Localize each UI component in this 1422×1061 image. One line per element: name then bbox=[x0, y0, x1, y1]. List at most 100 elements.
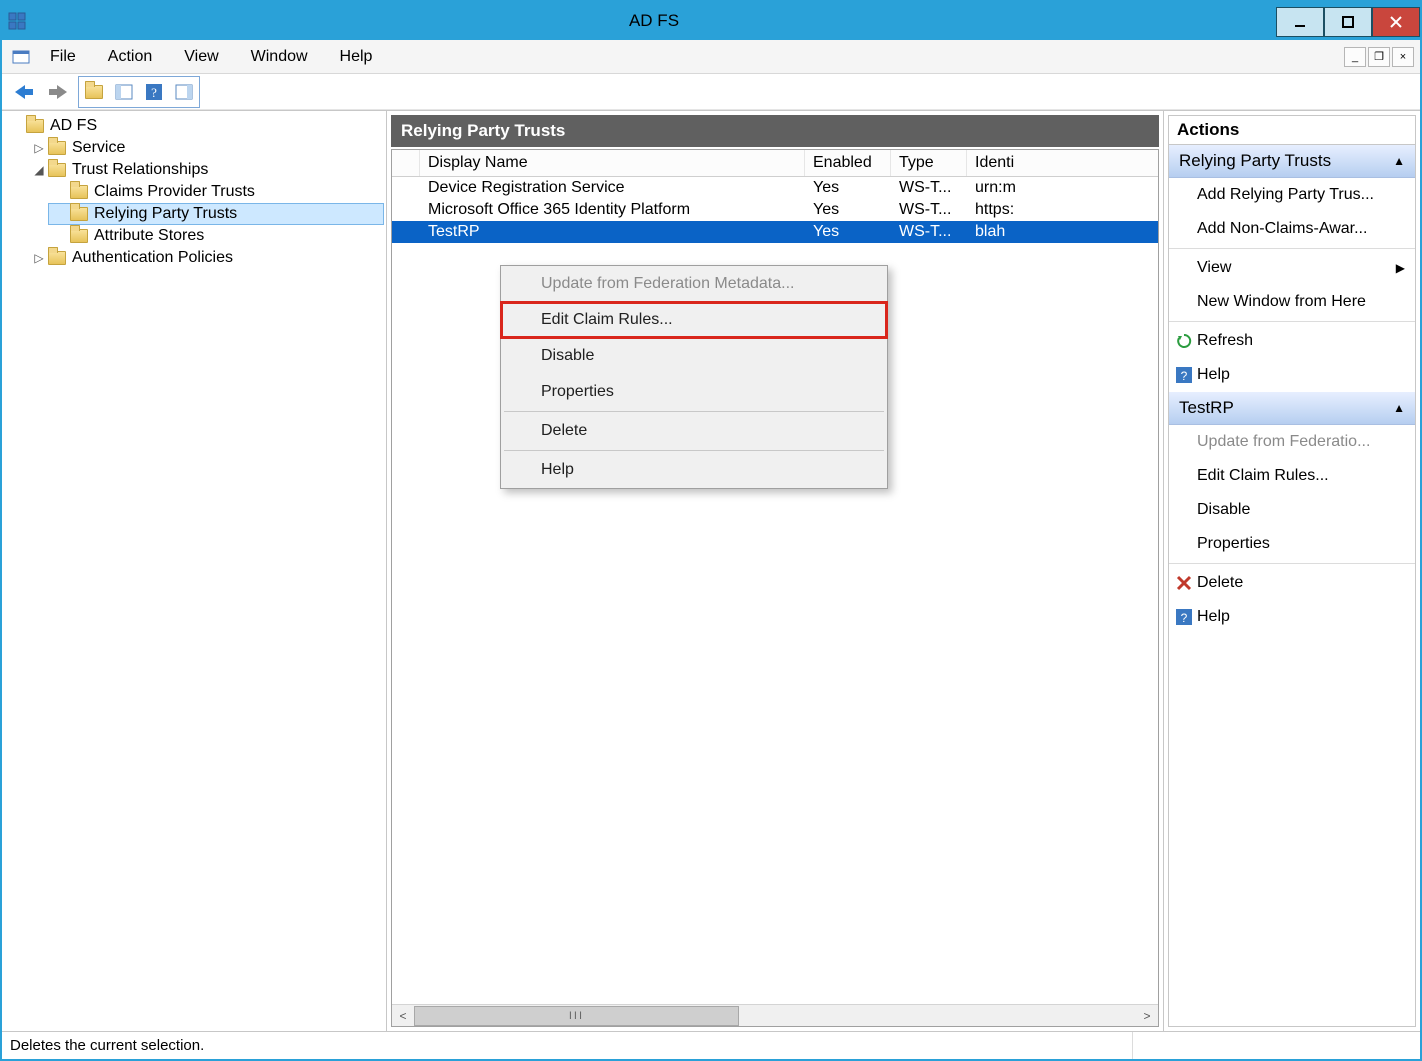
menu-view[interactable]: View bbox=[168, 48, 234, 66]
folder-icon bbox=[70, 185, 88, 199]
action-label: Add Non-Claims-Awar... bbox=[1197, 220, 1367, 238]
cell-identifier: https: bbox=[967, 199, 1158, 221]
scroll-thumb[interactable]: III bbox=[414, 1006, 739, 1026]
scroll-right-button[interactable]: > bbox=[1136, 1006, 1158, 1026]
scroll-track[interactable]: III bbox=[414, 1006, 1136, 1026]
up-one-level-button[interactable] bbox=[80, 78, 108, 106]
list-view[interactable]: Display Name Enabled Type Identi Device … bbox=[391, 149, 1159, 1027]
collapse-icon[interactable]: ▲ bbox=[1393, 401, 1405, 415]
svg-text:?: ? bbox=[1181, 369, 1188, 383]
column-type[interactable]: Type bbox=[891, 150, 967, 176]
tree-label: Claims Provider Trusts bbox=[94, 183, 255, 201]
action-add-non-claims-aware[interactable]: Add Non-Claims-Awar... bbox=[1169, 212, 1415, 246]
cell-identifier: blah bbox=[967, 221, 1158, 243]
list-row[interactable]: Device Registration Service Yes WS-T... … bbox=[392, 177, 1158, 199]
help-toolbar-button[interactable]: ? bbox=[140, 78, 168, 106]
menu-action[interactable]: Action bbox=[92, 48, 168, 66]
tree-node-claims-provider-trusts[interactable]: · Claims Provider Trusts bbox=[48, 181, 384, 203]
ctx-delete[interactable]: Delete bbox=[501, 413, 887, 449]
list-column-headers: Display Name Enabled Type Identi bbox=[392, 150, 1158, 177]
action-label: Refresh bbox=[1197, 332, 1253, 350]
tree-node-relying-party-trusts[interactable]: · Relying Party Trusts bbox=[48, 203, 384, 225]
actions-section-testrp[interactable]: TestRP ▲ bbox=[1169, 392, 1415, 425]
folder-icon bbox=[70, 229, 88, 243]
action-disable[interactable]: Disable bbox=[1169, 493, 1415, 527]
column-enabled[interactable]: Enabled bbox=[805, 150, 891, 176]
section-label: Relying Party Trusts bbox=[1179, 151, 1331, 171]
cell-type: WS-T... bbox=[891, 199, 967, 221]
action-delete[interactable]: Delete bbox=[1169, 566, 1415, 600]
mdi-restore-button[interactable]: ❐ bbox=[1368, 47, 1390, 67]
ctx-help[interactable]: Help bbox=[501, 452, 887, 488]
collapse-icon[interactable]: ◢ bbox=[30, 163, 48, 177]
ctx-separator bbox=[504, 411, 884, 412]
action-label: New Window from Here bbox=[1197, 293, 1366, 311]
column-identifier[interactable]: Identi bbox=[967, 150, 1158, 176]
action-label: Properties bbox=[1197, 535, 1270, 553]
tree-label: Relying Party Trusts bbox=[94, 205, 237, 223]
actions-pane: Actions Relying Party Trusts ▲ Add Relyi… bbox=[1164, 111, 1420, 1031]
maximize-button[interactable] bbox=[1324, 7, 1372, 37]
ctx-properties[interactable]: Properties bbox=[501, 374, 887, 410]
actions-separator bbox=[1169, 321, 1415, 322]
actions-body: Relying Party Trusts ▲ Add Relying Party… bbox=[1168, 144, 1416, 1027]
back-button[interactable] bbox=[10, 78, 38, 106]
actions-section-relying-party-trusts[interactable]: Relying Party Trusts ▲ bbox=[1169, 145, 1415, 178]
delete-icon bbox=[1175, 575, 1193, 591]
context-menu: Update from Federation Metadata... Edit … bbox=[500, 265, 888, 489]
status-text: Deletes the current selection. bbox=[10, 1037, 204, 1054]
cell-display-name: TestRP bbox=[420, 221, 805, 243]
mdi-close-button[interactable]: × bbox=[1392, 47, 1414, 67]
action-new-window-from-here[interactable]: New Window from Here bbox=[1169, 285, 1415, 319]
menu-file[interactable]: File bbox=[34, 48, 92, 66]
expand-icon[interactable]: ▷ bbox=[30, 141, 48, 155]
action-label: Edit Claim Rules... bbox=[1197, 467, 1329, 485]
tree-node-adfs-root[interactable]: ▷ AD FS bbox=[4, 115, 384, 137]
action-help[interactable]: ? Help bbox=[1169, 358, 1415, 392]
scroll-left-button[interactable]: < bbox=[392, 1006, 414, 1026]
menu-window[interactable]: Window bbox=[235, 48, 324, 66]
action-label: Delete bbox=[1197, 574, 1243, 592]
cell-display-name: Device Registration Service bbox=[420, 177, 805, 199]
help-icon: ? bbox=[1175, 609, 1193, 625]
minimize-button[interactable] bbox=[1276, 7, 1324, 37]
list-row[interactable]: Microsoft Office 365 Identity Platform Y… bbox=[392, 199, 1158, 221]
tree-node-authentication-policies[interactable]: ▷ Authentication Policies bbox=[26, 247, 384, 269]
menu-help[interactable]: Help bbox=[324, 48, 389, 66]
tree-label: Trust Relationships bbox=[72, 161, 208, 179]
collapse-icon[interactable]: ▲ bbox=[1393, 154, 1405, 168]
tree-node-attribute-stores[interactable]: · Attribute Stores bbox=[48, 225, 384, 247]
ctx-edit-claim-rules[interactable]: Edit Claim Rules... bbox=[501, 302, 887, 338]
column-display-name[interactable]: Display Name bbox=[420, 150, 805, 176]
svg-text:?: ? bbox=[1181, 611, 1188, 625]
horizontal-scrollbar[interactable]: < III > bbox=[392, 1004, 1158, 1026]
action-properties[interactable]: Properties bbox=[1169, 527, 1415, 561]
list-row-selected[interactable]: TestRP Yes WS-T... blah bbox=[392, 221, 1158, 243]
action-edit-claim-rules[interactable]: Edit Claim Rules... bbox=[1169, 459, 1415, 493]
folder-icon bbox=[48, 163, 66, 177]
action-label: Disable bbox=[1197, 501, 1250, 519]
console-tree[interactable]: ▷ AD FS ▷ Service ◢ Trust Relationships bbox=[2, 111, 387, 1031]
tree-node-trust-relationships[interactable]: ◢ Trust Relationships bbox=[26, 159, 384, 181]
action-add-relying-party-trust[interactable]: Add Relying Party Trus... bbox=[1169, 178, 1415, 212]
expand-icon[interactable]: ▷ bbox=[30, 251, 48, 265]
results-pane: Relying Party Trusts Display Name Enable… bbox=[387, 111, 1164, 1031]
actions-pane-title: Actions bbox=[1168, 115, 1416, 144]
status-separator bbox=[1132, 1032, 1412, 1059]
folder-icon bbox=[48, 141, 66, 155]
tree-node-service[interactable]: ▷ Service bbox=[26, 137, 384, 159]
action-refresh[interactable]: Refresh bbox=[1169, 324, 1415, 358]
forward-button[interactable] bbox=[44, 78, 72, 106]
action-view[interactable]: View▶ bbox=[1169, 251, 1415, 285]
ctx-disable[interactable]: Disable bbox=[501, 338, 887, 374]
action-help-2[interactable]: ? Help bbox=[1169, 600, 1415, 634]
section-label: TestRP bbox=[1179, 398, 1234, 418]
show-hide-tree-button[interactable] bbox=[110, 78, 138, 106]
ctx-separator bbox=[504, 450, 884, 451]
svg-text:?: ? bbox=[151, 85, 157, 100]
mmc-snapin-icon bbox=[8, 48, 34, 66]
title-bar: AD FS bbox=[2, 2, 1420, 40]
mdi-minimize-button[interactable]: _ bbox=[1344, 47, 1366, 67]
show-hide-action-pane-button[interactable] bbox=[170, 78, 198, 106]
close-button[interactable] bbox=[1372, 7, 1420, 37]
